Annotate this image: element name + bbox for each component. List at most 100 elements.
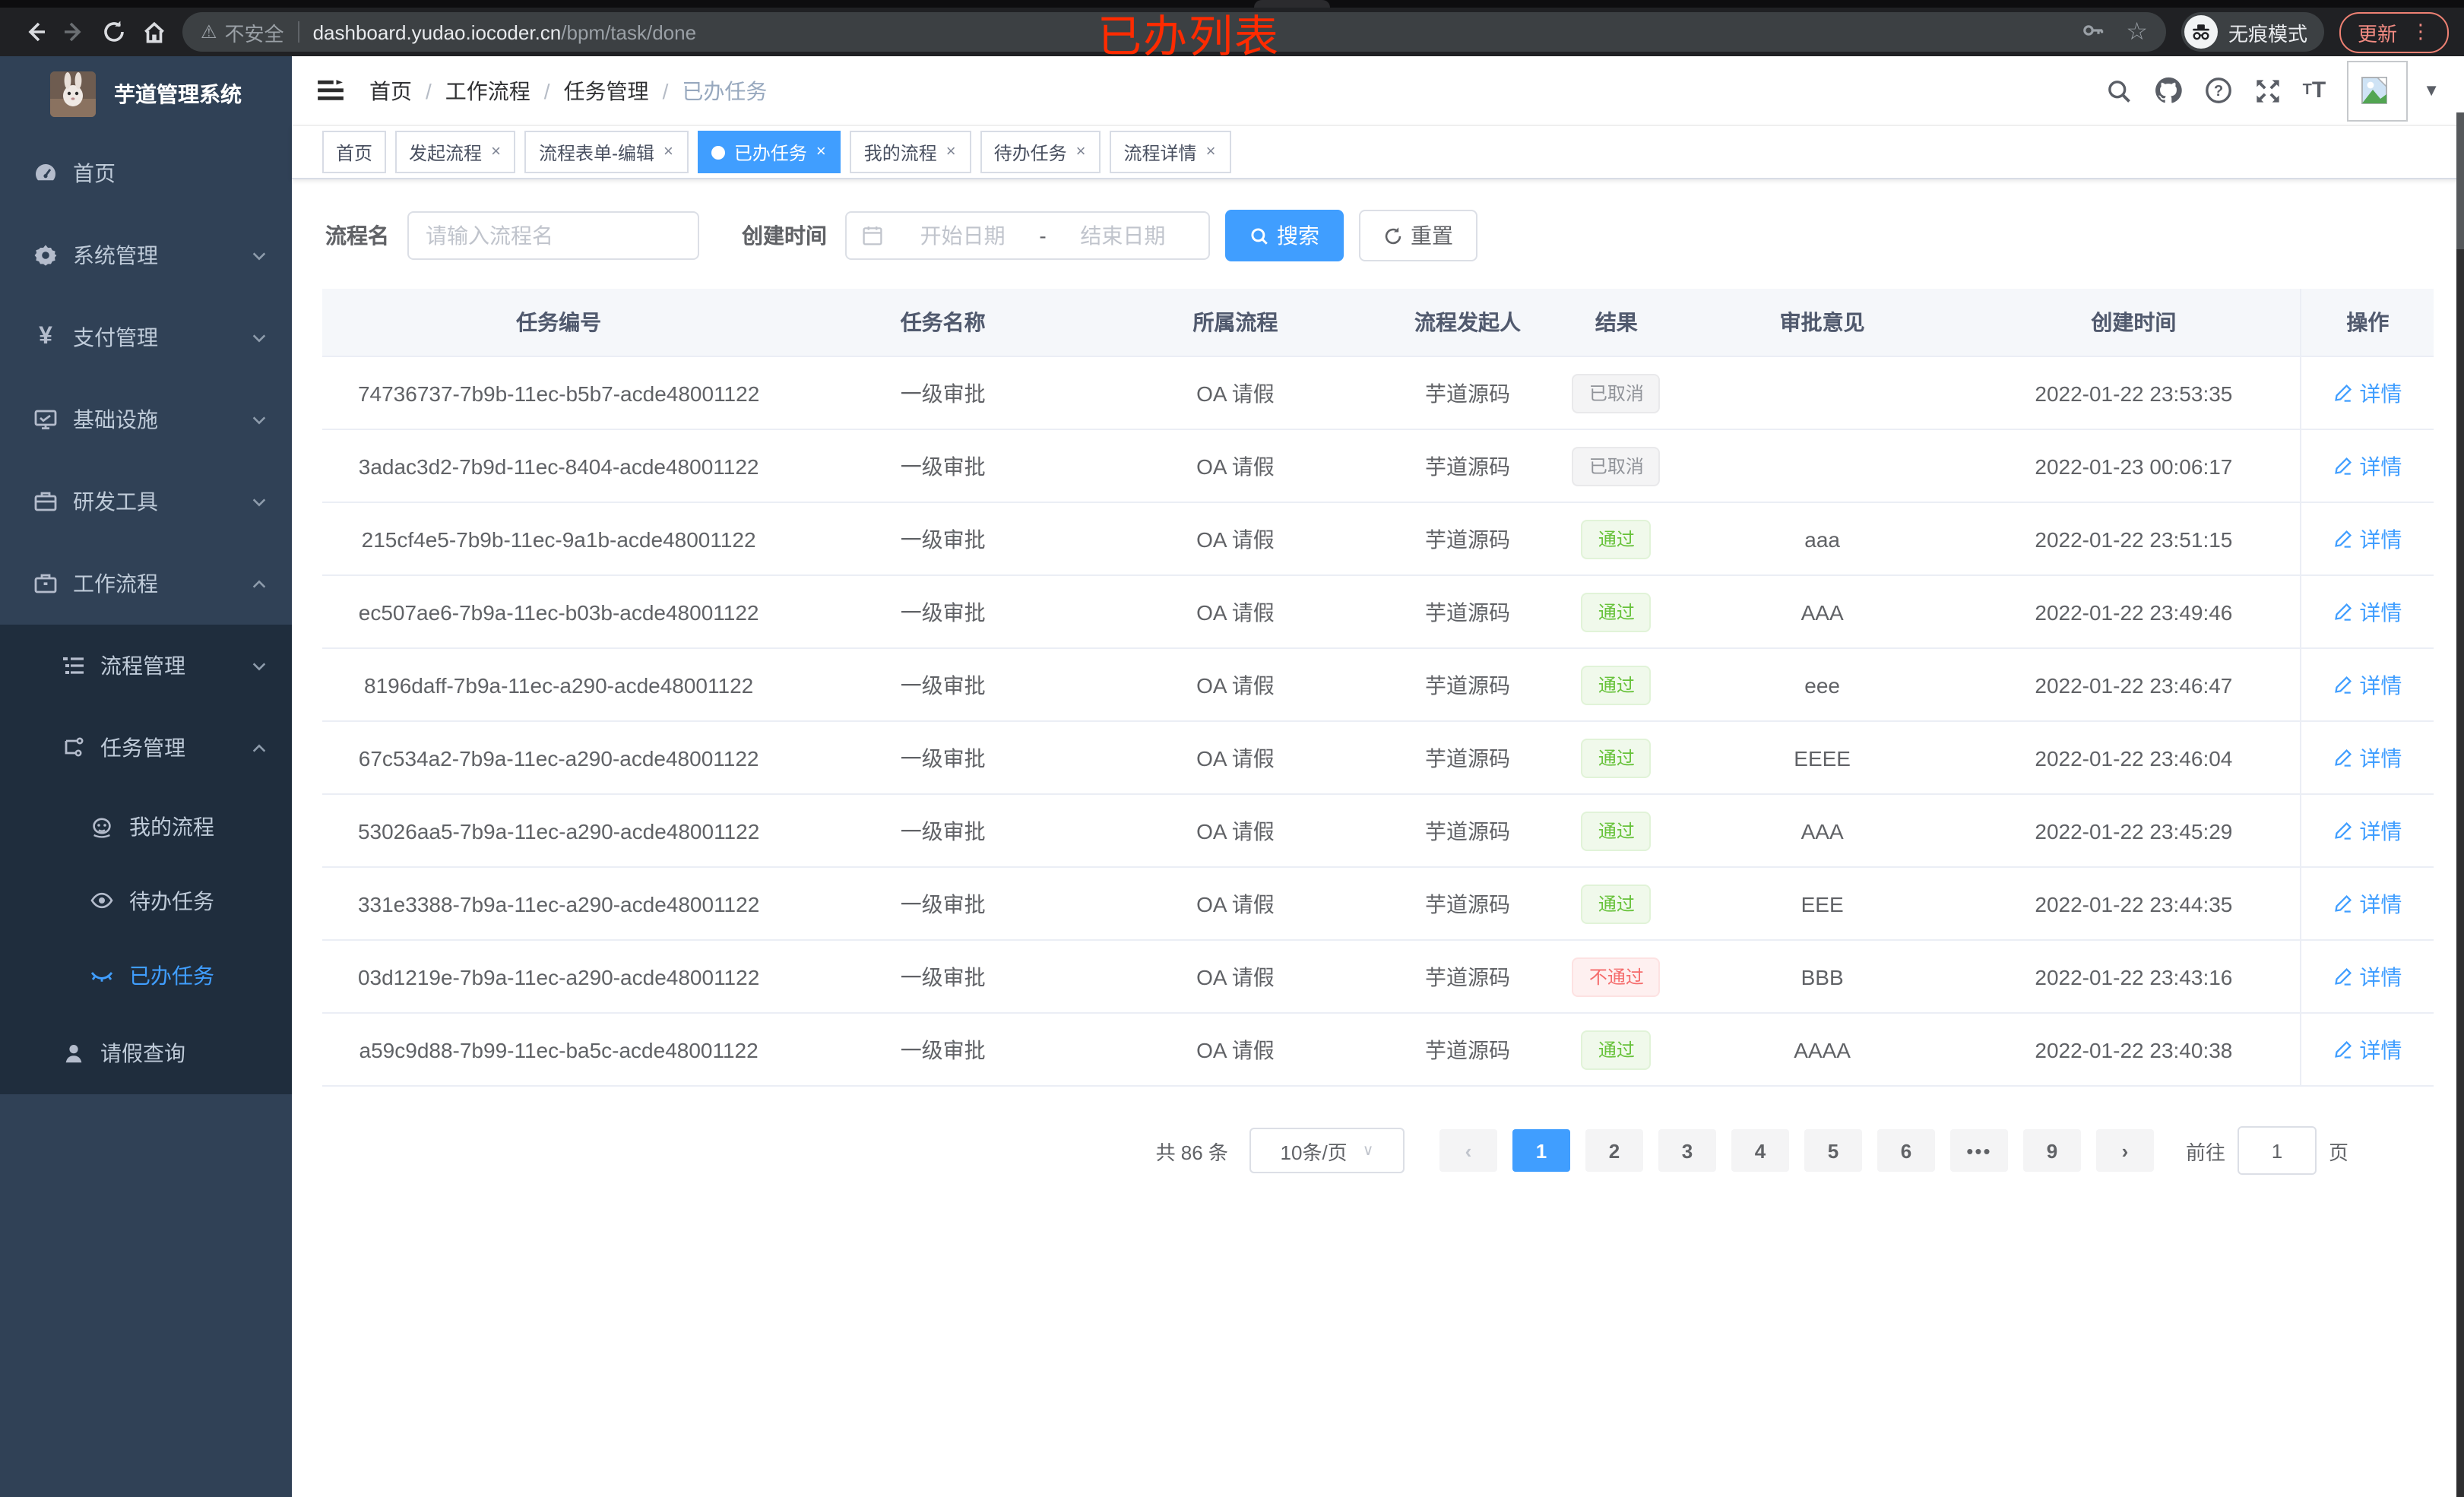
date-range-picker[interactable]: 开始日期 - 结束日期 [845, 211, 1210, 260]
cell-task-id: 3adac3d2-7b9d-11ec-8404-acde48001122 [358, 454, 759, 478]
fullscreen-icon[interactable] [2254, 77, 2282, 104]
sidebar-item-home[interactable]: 首页 [0, 132, 292, 214]
close-icon[interactable]: × [815, 143, 828, 161]
result-tag: 通过 [1581, 884, 1652, 923]
close-icon[interactable]: × [1205, 143, 1218, 161]
tag-todo-tasks[interactable]: 待办任务 × [980, 131, 1101, 173]
sidebar-item-system[interactable]: 系统管理 [0, 214, 292, 296]
github-icon[interactable] [2154, 76, 2183, 105]
more-pages-button[interactable]: ••• [1949, 1129, 2008, 1172]
window-scrollbar[interactable] [2456, 112, 2464, 1497]
broken-image-icon [2361, 77, 2388, 104]
sidebar-item-my-process[interactable]: 我的流程 [0, 789, 292, 863]
sidebar-item-task-mgmt[interactable]: 任务管理 [0, 707, 292, 789]
hamburger-icon[interactable] [292, 79, 362, 102]
edit-icon [2335, 748, 2352, 767]
forward-icon[interactable] [55, 12, 94, 52]
edit-icon [2335, 1040, 2352, 1059]
edit-icon [2335, 894, 2352, 913]
detail-link[interactable]: 详情 [2333, 815, 2402, 846]
detail-link[interactable]: 详情 [2333, 378, 2402, 408]
date-start-placeholder: 开始日期 [920, 223, 1006, 248]
goto-page-input[interactable] [2237, 1126, 2317, 1175]
reload-icon[interactable] [94, 12, 134, 52]
table-row: 3adac3d2-7b9d-11ec-8404-acde48001122 一级审… [322, 430, 2434, 503]
yen-icon: ¥ [39, 324, 52, 350]
cell-task-id: 215cf4e5-7b9b-11ec-9a1b-acde48001122 [361, 527, 756, 551]
table-row: 74736737-7b9b-11ec-b5b7-acde48001122 一级审… [322, 357, 2434, 430]
page-button-9[interactable]: 9 [2022, 1129, 2081, 1172]
page-button-6[interactable]: 6 [1877, 1129, 1935, 1172]
tag-form-edit[interactable]: 流程表单-编辑 × [524, 131, 689, 173]
home-icon[interactable] [134, 12, 173, 52]
page-size-select[interactable]: 10条/页 ∨ [1249, 1128, 1405, 1173]
chevron-down-icon [251, 329, 268, 346]
back-icon[interactable] [15, 12, 55, 52]
help-icon[interactable]: ? [2204, 76, 2233, 105]
bookmark-star-icon[interactable]: ☆ [2126, 17, 2148, 47]
search-button[interactable]: 搜索 [1225, 210, 1344, 261]
not-secure-warning-icon: ⚠ [201, 21, 217, 43]
tag-start-process[interactable]: 发起流程 × [395, 131, 516, 173]
cell-task-id: 67c534a2-7b9a-11ec-a290-acde48001122 [358, 745, 759, 770]
prev-page-button[interactable]: ‹ [1439, 1129, 1497, 1172]
sidebar-item-devtools[interactable]: 研发工具 [0, 460, 292, 543]
scrollbar-thumb[interactable] [2456, 112, 2464, 249]
close-icon[interactable]: × [945, 143, 958, 161]
sidebar-item-leave-query[interactable]: 请假查询 [0, 1012, 292, 1094]
sidebar-item-todo-tasks[interactable]: 待办任务 [0, 863, 292, 938]
close-icon[interactable]: × [662, 143, 675, 161]
breadcrumb-task-mgmt[interactable]: 任务管理 [564, 75, 649, 106]
goto-label: 前往 [2185, 1141, 2225, 1163]
breadcrumb-home[interactable]: 首页 [369, 75, 412, 106]
result-tag: 已取消 [1572, 446, 1661, 486]
result-tag: 不通过 [1572, 957, 1661, 996]
update-button[interactable]: 更新 ⋮ [2339, 11, 2449, 52]
tag-my-process[interactable]: 我的流程 × [850, 131, 971, 173]
font-size-icon[interactable]: TT [2303, 78, 2326, 103]
avatar[interactable] [2347, 60, 2409, 121]
chevron-down-icon [251, 411, 268, 428]
sidebar-item-infra[interactable]: 基础设施 [0, 378, 292, 460]
detail-link[interactable]: 详情 [2333, 888, 2402, 919]
page-button-2[interactable]: 2 [1585, 1129, 1643, 1172]
page-unit-label: 页 [2328, 1141, 2348, 1163]
search-icon[interactable] [2105, 77, 2133, 104]
tag-home[interactable]: 首页 [322, 131, 387, 173]
page-button-1[interactable]: 1 [1512, 1129, 1570, 1172]
detail-link[interactable]: 详情 [2333, 597, 2402, 627]
user-icon [61, 1041, 85, 1065]
breadcrumb-workflow[interactable]: 工作流程 [445, 75, 530, 106]
detail-link[interactable]: 详情 [2333, 669, 2402, 700]
page-button-5[interactable]: 5 [1804, 1129, 1862, 1172]
detail-link[interactable]: 详情 [2333, 1034, 2402, 1065]
done-task-table: 任务编号 任务名称 所属流程 流程发起人 结果 审批意见 创建时间 操作 747… [322, 289, 2434, 1087]
detail-link[interactable]: 详情 [2333, 742, 2402, 773]
table-row: 8196daff-7b9a-11ec-a290-acde48001122 一级审… [322, 649, 2434, 722]
close-icon[interactable]: × [1075, 143, 1088, 161]
sidebar-item-payment[interactable]: ¥ 支付管理 [0, 296, 292, 378]
reset-button[interactable]: 重置 [1359, 210, 1477, 261]
cell-task-id: 74736737-7b9b-11ec-b5b7-acde48001122 [357, 381, 760, 405]
caret-down-icon[interactable]: ▼ [2423, 81, 2440, 100]
tag-done-tasks[interactable]: 已办任务 × [697, 131, 841, 173]
key-icon[interactable] [2080, 17, 2105, 46]
close-icon[interactable]: × [489, 143, 502, 161]
sidebar-item-workflow[interactable]: 工作流程 [0, 543, 292, 625]
table-row: 03d1219e-7b9a-11ec-a290-acde48001122 一级审… [322, 941, 2434, 1014]
page-button-4[interactable]: 4 [1731, 1129, 1789, 1172]
navbar: 首页 / 工作流程 / 任务管理 / 已办任务 ? T T ▼ [292, 56, 2464, 126]
process-name-input[interactable] [407, 211, 699, 260]
next-page-button[interactable]: › [2095, 1129, 2154, 1172]
browser-menu-icon[interactable]: ⋮ [2411, 20, 2431, 44]
detail-link[interactable]: 详情 [2333, 961, 2402, 992]
detail-link[interactable]: 详情 [2333, 451, 2402, 481]
detail-link[interactable]: 详情 [2333, 524, 2402, 554]
page-button-3[interactable]: 3 [1658, 1129, 1716, 1172]
sidebar-item-process-mgmt[interactable]: 流程管理 [0, 625, 292, 707]
sidebar-logo-row[interactable]: 芋道管理系统 [0, 56, 292, 132]
omnibox-divider [297, 21, 299, 43]
tag-process-detail[interactable]: 流程详情 × [1110, 131, 1231, 173]
cell-task-id: a59c9d88-7b99-11ec-ba5c-acde48001122 [359, 1037, 759, 1062]
sidebar-item-done-tasks[interactable]: 已办任务 [0, 938, 292, 1012]
